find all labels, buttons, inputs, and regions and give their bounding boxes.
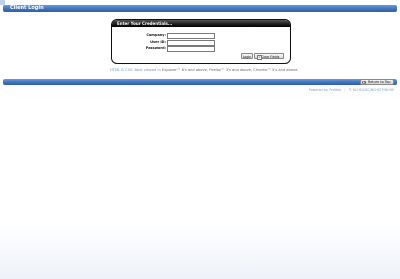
password-label: Password:	[145, 46, 166, 50]
password-field[interactable]	[167, 46, 215, 52]
clear-fields-button[interactable]: × Clear Fields	[254, 53, 284, 60]
footer-text: Powered by: ProWeb | © NCHS/CDC/NCHSTP/D…	[309, 88, 394, 92]
browser-note-lead: HTML & CSS.	[110, 68, 134, 72]
login-button-label: Login	[242, 55, 252, 59]
return-to-top-button[interactable]: ▲ Return to Top	[360, 79, 394, 85]
page-title: Client Login	[10, 5, 44, 11]
footer-bar	[3, 79, 397, 85]
user-id-row: User ID:	[112, 40, 166, 45]
clear-fields-label: Clear Fields	[261, 55, 280, 59]
login-button[interactable]: Login	[241, 53, 253, 59]
login-panel: Enter Your Credentials... Company: User …	[111, 19, 291, 64]
arrow-up-icon: ▲	[362, 79, 366, 84]
browser-note: HTML & CSS. Best viewed in Explorer™ 8's…	[110, 68, 298, 72]
login-heading: Enter Your Credentials...	[112, 20, 290, 27]
footer-separator: |	[344, 88, 346, 92]
browser-note-text: Explorer™ 8's and above, Firefox™ 3's an…	[161, 68, 299, 72]
return-to-top-label: Return to Top	[368, 80, 391, 84]
user-id-label: User ID:	[150, 40, 166, 44]
clear-icon: ×	[257, 55, 262, 60]
password-row: Password:	[112, 46, 166, 51]
company-field[interactable]	[167, 33, 215, 39]
copyright-text: © NCHS/CDC/NCHSTP/DHHS	[348, 88, 394, 92]
browser-note-prefix: Best viewed in	[134, 68, 161, 72]
powered-by-link[interactable]: Powered by: ProWeb	[309, 88, 341, 92]
company-row: Company:	[112, 33, 166, 38]
company-label: Company:	[146, 33, 166, 37]
header-bar: Client Login	[3, 5, 397, 12]
